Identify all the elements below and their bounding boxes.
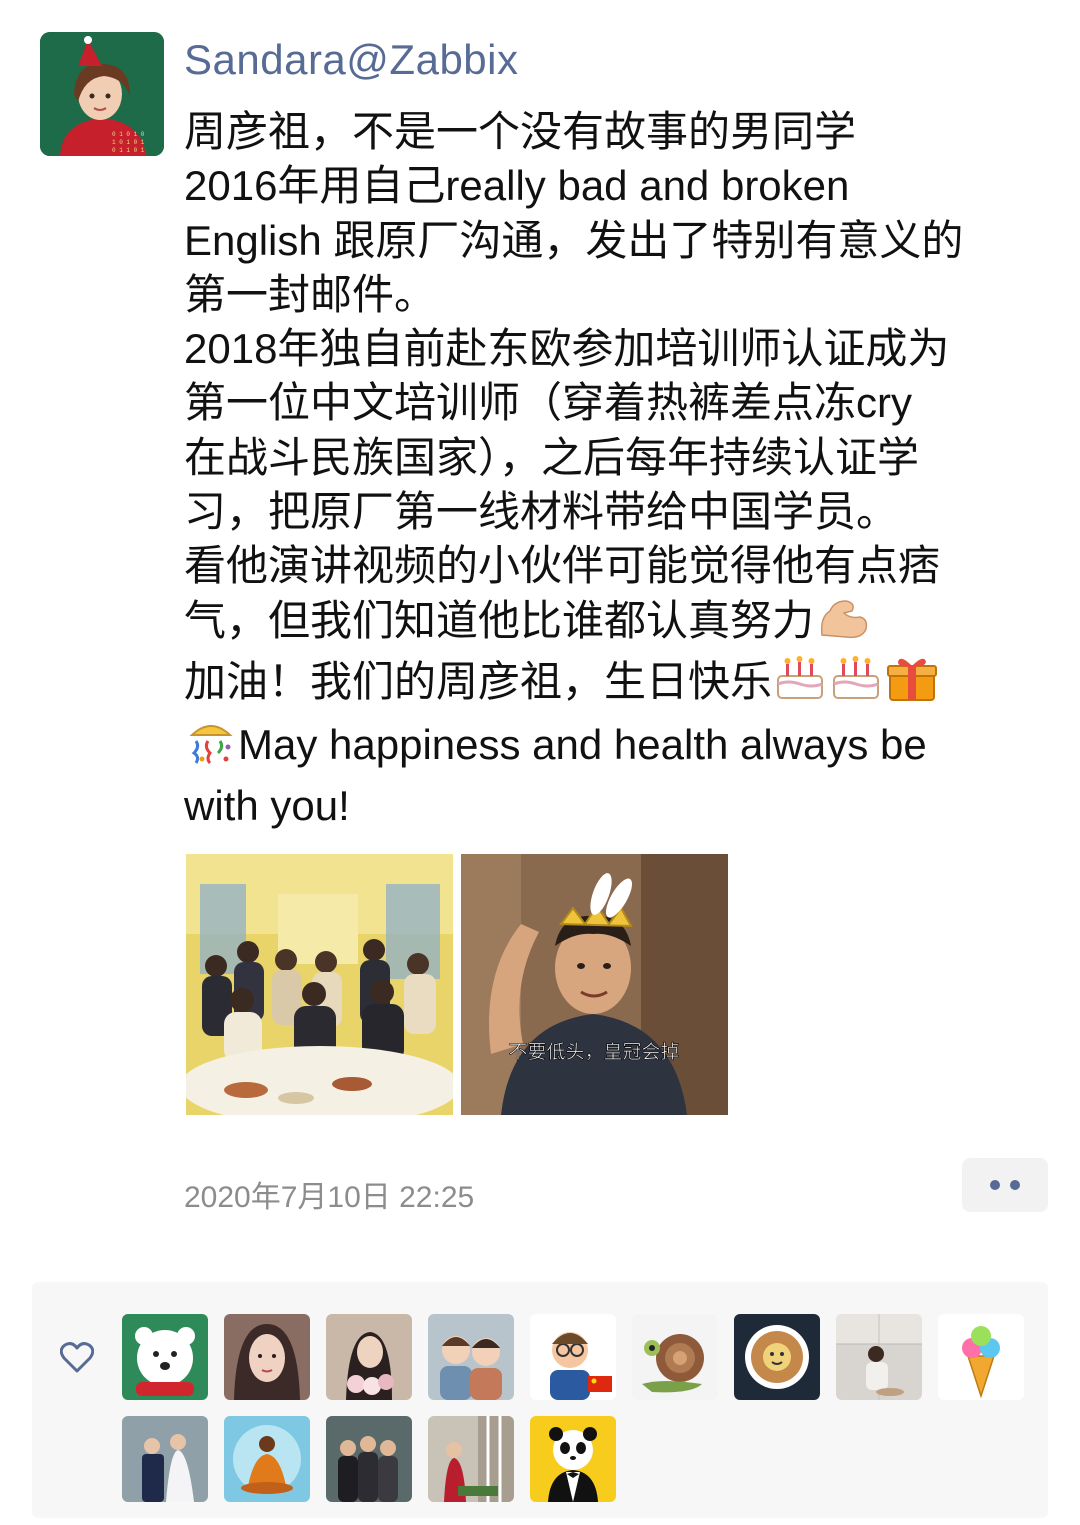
post-timestamp: 2020年7月10日 22:25 (184, 1181, 475, 1214)
svg-text:0 1 0 1 0: 0 1 0 1 0 (112, 131, 145, 138)
ice-cream-avatar[interactable] (938, 1314, 1024, 1400)
post-line: 在战斗民族国家），之后每年持续认证学 (184, 433, 920, 481)
coffee-art-avatar[interactable] (734, 1314, 820, 1400)
street-portrait-avatar[interactable] (428, 1416, 514, 1502)
post-line: 看他演讲视频的小伙伴可能觉得他有点痞 (184, 542, 941, 590)
more-dots-icon (1010, 1180, 1020, 1190)
svg-text:1 0 1 0 1: 1 0 1 0 1 (112, 139, 145, 146)
birthday-cake-icon (830, 655, 882, 715)
two-kids-avatar[interactable] (428, 1314, 514, 1400)
post-line-text: 加油！我们的周彦祖，生日快乐 (184, 657, 773, 705)
post-line: 2016年用自己really bad and broken (184, 162, 850, 210)
mirror-selfie-avatar[interactable] (836, 1314, 922, 1400)
likes-panel (32, 1282, 1048, 1518)
poster-avatar[interactable]: 0 1 0 1 0 1 0 1 0 1 0 1 1 0 1 (40, 32, 164, 156)
post-photo-group-dinner[interactable] (186, 854, 453, 1115)
birthday-cake-icon (774, 655, 826, 715)
post-line: 第一位中文培训师（穿着热裤差点冻cry (184, 379, 912, 427)
girl-avatar-icon: 0 1 0 1 0 1 0 1 0 1 0 1 1 0 1 (40, 32, 164, 156)
gift-icon (886, 654, 938, 715)
svg-text:0 1 1 0 1: 0 1 1 0 1 (112, 147, 145, 154)
snail-avatar[interactable] (632, 1314, 718, 1400)
post-line: with you! (184, 781, 350, 829)
post-line: 第一封邮件。 (184, 270, 437, 318)
post-line: 习，把原厂第一线材料带给中国学员。 (184, 488, 899, 536)
party-popper-icon (186, 715, 236, 778)
heart-outline-icon (59, 1342, 95, 1379)
post-body: 周彦祖，不是一个没有故事的男同学 2016年用自己really bad and … (184, 105, 1044, 833)
post-line: 周彦祖，不是一个没有故事的男同学 (184, 108, 857, 155)
post-line: 加油！我们的周彦祖，生日快乐 (184, 654, 1044, 715)
panda-tuxedo-avatar[interactable] (530, 1416, 616, 1502)
poster-username[interactable]: Sandara@Zabbix (184, 36, 519, 84)
more-dots-icon (990, 1180, 1000, 1190)
post-line: 2018年独自前赴东欧参加培训师认证成为 (184, 325, 950, 373)
flexed-biceps-icon (816, 595, 870, 654)
wedding-couple-avatar[interactable] (122, 1416, 208, 1502)
post-line: May happiness and health always be (184, 715, 1044, 778)
photo-caption: 不要低头，皇冠会掉 (508, 1041, 679, 1063)
flowers-portrait-avatar[interactable] (326, 1314, 412, 1400)
post-photo-birthday-crown[interactable]: 不要低头，皇冠会掉 (461, 854, 728, 1115)
polar-bear-avatar[interactable] (122, 1314, 208, 1400)
cartoon-man-flag-avatar[interactable] (530, 1314, 616, 1400)
post-line: English 跟原厂沟通，发出了特别有意义的 (184, 216, 964, 264)
post-line-text: 气，但我们知道他比谁都认真努力 (184, 596, 815, 644)
post-line-text: May happiness and health always be (238, 721, 927, 769)
post-line: 气，但我们知道他比谁都认真努力 (184, 594, 1044, 654)
more-actions-button[interactable] (962, 1158, 1048, 1212)
illustrated-girl-avatar[interactable] (224, 1314, 310, 1400)
group-photo-avatar[interactable] (326, 1416, 412, 1502)
meditation-silhouette-avatar[interactable] (224, 1416, 310, 1502)
